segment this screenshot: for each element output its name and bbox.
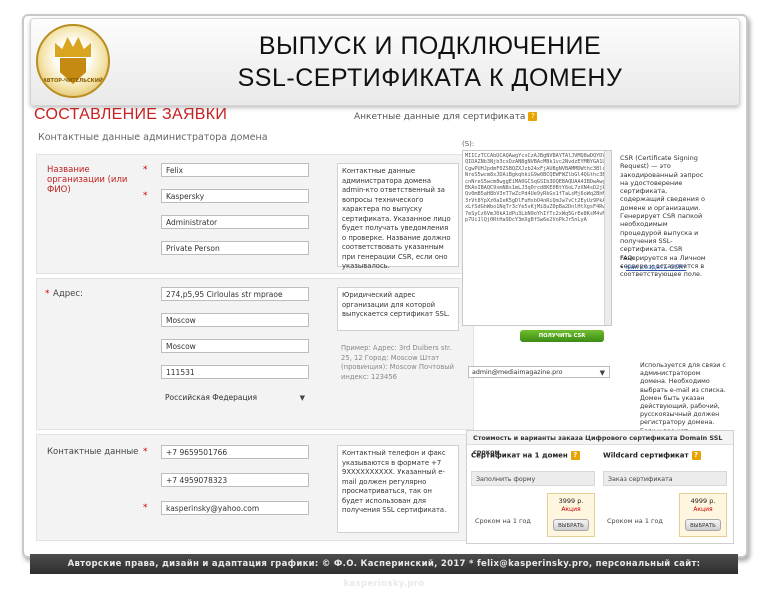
pricing-box: Стоимость и варианты заказа Цифрового се… [466,430,734,544]
price-card: 4999 р. Акция ВЫБРАТЬ [679,493,727,537]
faq: FAQ: • Как создать CSR? [620,254,706,272]
page-title: ВЫПУСК И ПОДКЛЮЧЕНИЕ SSL-СЕРТИФИКАТА К Д… [150,30,710,94]
faq-item: • Как создать CSR? [620,263,687,271]
required-mark: * [143,503,148,513]
country-value: Российская Федерация [165,393,257,402]
faq-link[interactable]: Как создать CSR? [626,263,686,271]
wildcard-option: Wildcard сертификат? Заказ сертификата С… [603,451,728,539]
org-name-label: Название организации (или ФИО) [47,165,128,195]
price-card: 3999 р. Акция ВЫБРАТЬ [547,493,595,537]
last-name-input[interactable]: Kaspersky [161,189,309,203]
option-title-text: Сертификат на 1 домен [471,451,568,460]
required-mark: * [45,289,50,299]
required-mark: * [143,447,148,457]
price-amount: 4999 р. [690,497,716,505]
promo-badge: Акция [693,506,713,513]
position-input[interactable]: Administrator [161,215,309,229]
email-input[interactable]: kasperinsky@yahoo.com [161,501,309,515]
first-name-input[interactable]: Felix [161,163,309,177]
title-line-2: SSL-СЕРТИФИКАТА К ДОМЕНУ [237,64,623,92]
admin-contact-subtitle: Контактные данные администратора домена [38,132,268,143]
address-label: Адрес: [53,289,83,299]
approver-email-value: admin@mediaimagazine.pro [472,369,563,376]
logo: АВТОР-ЧИТЕЛЬСКИЙ [36,24,110,98]
select-button[interactable]: ВЫБРАТЬ [553,519,589,531]
contact-data-label: Контактные данные [47,447,139,457]
chevron-down-icon: ▼ [599,369,605,377]
certificate-data-title-text: Анкетные данные для сертификата [354,112,526,122]
csr-scrollbar[interactable] [604,151,611,325]
option-title: Wildcard сертификат? [603,451,701,460]
option-term: Сроком на 1 год [475,517,531,525]
csr-text: MIICzTCCAbUCAQAwgYcxCzAJBgNVBAYTAlJVMQ8w… [465,153,609,224]
help-icon[interactable]: ? [570,451,580,460]
csr-textarea[interactable]: MIICzTCCAbUCAQAwgYcxCzAJBgNVBAYTAlJVMQ8w… [462,150,612,326]
help-icon[interactable]: ? [528,112,538,121]
street-input[interactable]: 274,p5,95 Cirloulas str mpraoe [161,287,309,301]
option-title-text: Wildcard сертификат [603,451,689,460]
postal-code-input[interactable]: 111531 [161,365,309,379]
title-line-1: ВЫПУСК И ПОДКЛЮЧЕНИЕ [258,32,602,60]
option-row: Заполнить форму [471,471,595,486]
city-input[interactable]: Moscow [161,313,309,327]
select-button[interactable]: ВЫБРАТЬ [685,519,721,531]
pricing-header: Стоимость и варианты заказа Цифрового се… [467,431,733,456]
approver-email-select[interactable]: admin@mediaimagazine.pro ▼ [468,366,610,378]
fax-input[interactable]: +7 4959078323 [161,473,309,487]
single-domain-option: Сертификат на 1 домен? Заполнить форму С… [471,451,596,539]
logo-text: АВТОР-ЧИТЕЛЬСКИЙ [42,78,104,84]
faq-title: FAQ: [620,254,635,262]
promo-badge: Акция [561,506,581,513]
csr-label: (S): [462,140,475,148]
certificate-data-panel: Анкетные данные для сертификата? (S): MI… [350,108,734,548]
option-row: Заказ сертификата [603,471,727,486]
region-input[interactable]: Moscow [161,339,309,353]
option-term: Сроком на 1 год [607,517,663,525]
web-form-screenshot: Контактные данные администратора домена … [28,108,738,548]
certificate-data-title: Анкетные данные для сертификата? [354,112,538,122]
chevron-down-icon: ▼ [299,394,305,402]
footer-credits: Авторские права, дизайн и адаптация граф… [30,554,738,589]
required-mark: * [143,165,148,175]
price-amount: 3999 р. [558,497,584,505]
option-title: Сертификат на 1 домен? [471,451,580,460]
phone-input[interactable]: +7 9659501766 [161,445,309,459]
required-mark: * [143,191,148,201]
generate-csr-button[interactable]: ПОЛУЧИТЬ CSR АВТОМАТИЧЕСКИ [520,330,604,351]
help-icon[interactable]: ? [691,451,701,460]
country-select[interactable]: Российская Федерация ▼ [161,391,309,405]
crown-icon [55,37,91,57]
organization-input[interactable]: Private Person [161,241,309,255]
